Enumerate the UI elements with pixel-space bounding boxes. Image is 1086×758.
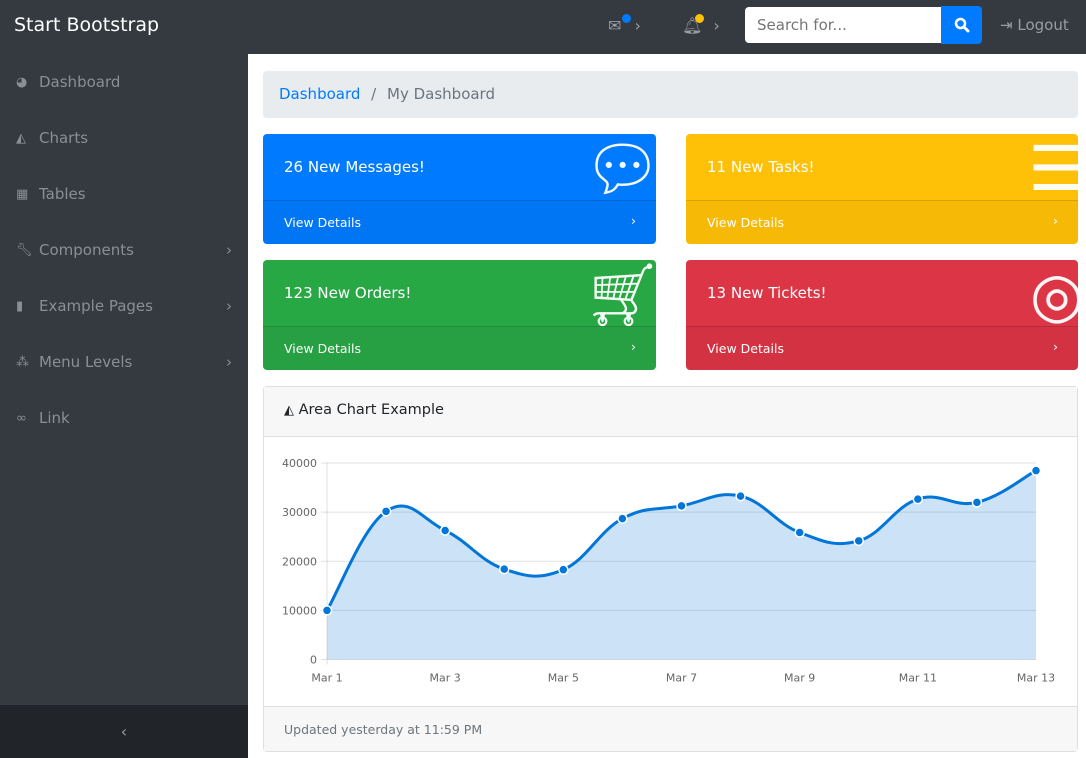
life-ring-icon: ◎ [1029, 260, 1078, 331]
y-tick-label: 30000 [282, 506, 317, 519]
sitemap-icon: ⁂ [16, 354, 29, 370]
chevron-right-icon: › [226, 353, 232, 371]
messages-badge [622, 14, 631, 23]
area-fill [327, 470, 1036, 660]
table-icon: ▦ [16, 186, 29, 202]
x-tick-label: Mar 13 [1017, 672, 1055, 685]
chevron-right-icon: › [226, 241, 232, 259]
sidebar: ◕ Dashboard ◭ Charts ▦ Tables 🔧︎ Components › ▮ Ex… [0, 54, 248, 758]
dashboard-icon: ◕ [16, 74, 28, 90]
data-point [499, 563, 510, 575]
area-chart: 0 10000 20000 30000 40000 Mar 1 Mar 3 Mar 5 Mar … [282, 457, 1055, 685]
search-icon [954, 17, 969, 33]
area-chart-icon: ◭ [284, 403, 294, 418]
comments-icon: 💬︎ [583, 134, 656, 205]
top-navbar: Start Bootstrap ✉ › 🔔︎ › ⇥ Logout [0, 0, 1086, 54]
area-chart-icon: ◭ [16, 130, 26, 146]
data-point [617, 513, 628, 524]
shopping-cart-icon: 🛒︎ [583, 260, 656, 331]
link-icon: ∞ [16, 410, 27, 426]
chevron-left-icon: ‹ [120, 722, 128, 741]
y-tick-label: 10000 [282, 604, 317, 617]
sidebar-item-components[interactable]: 🔧︎ Components › [0, 222, 248, 278]
data-point [321, 605, 333, 616]
data-point [794, 527, 805, 538]
data-point [1030, 465, 1042, 476]
comments-card: 💬︎ 26 New Messages! View Details › [263, 134, 656, 244]
file-icon: ▮ [16, 298, 24, 314]
alerts-badge [695, 14, 704, 23]
logout-link[interactable]: ⇥ Logout [1000, 16, 1069, 34]
search-button[interactable] [941, 6, 982, 44]
chart-card-header: ◭ Area Chart Example [264, 387, 1077, 437]
chevron-right-icon: › [634, 16, 641, 35]
y-tick-label: 0 [310, 654, 317, 667]
chevron-right-icon: › [1053, 213, 1058, 228]
chevron-right-icon: › [1053, 339, 1058, 354]
chevron-right-icon: › [226, 297, 232, 315]
list-card: ☰ 11 New Tasks! View Details › [686, 134, 1078, 244]
chevron-right-icon: › [713, 16, 720, 35]
breadcrumb: Dashboard / My Dashboard [263, 71, 1078, 118]
data-point [558, 564, 569, 575]
list-icon: ☰ [1028, 134, 1078, 205]
sidebar-toggle-button[interactable]: ‹ [0, 705, 248, 758]
breadcrumb-separator: / [371, 85, 377, 103]
life-ring-card: ◎ 13 New Tickets! View Details › [686, 260, 1078, 370]
data-point [853, 535, 864, 547]
x-tick-label: Mar 5 [548, 672, 579, 685]
data-point [439, 525, 451, 536]
y-tick-label: 40000 [282, 457, 317, 470]
sidebar-item-example-pages[interactable]: ▮ Example Pages › [0, 278, 248, 334]
view-details-link[interactable]: View Details › [263, 200, 656, 244]
sidebar-item-tables[interactable]: ▦ Tables [0, 166, 248, 222]
chevron-right-icon: › [631, 339, 636, 354]
wrench-icon: 🔧︎ [16, 242, 33, 258]
y-tick-label: 20000 [282, 555, 317, 568]
shopping-cart-card: 🛒︎ 123 New Orders! View Details › [263, 260, 656, 370]
data-point [912, 493, 924, 505]
area-chart-card: ◭ Area Chart Example 0 10000 20000 30000 400… [263, 386, 1078, 752]
x-tick-label: Mar 9 [784, 672, 815, 685]
breadcrumb-current: My Dashboard [387, 85, 495, 103]
view-details-link[interactable]: View Details › [263, 326, 656, 370]
x-tick-label: Mar 7 [666, 672, 697, 685]
x-tick-label: Mar 11 [899, 672, 937, 685]
sidebar-item-charts[interactable]: ◭ Charts [0, 110, 248, 166]
chevron-right-icon: › [631, 213, 636, 228]
search-input[interactable] [745, 7, 941, 43]
chart-card-footer: Updated yesterday at 11:59 PM [264, 706, 1077, 751]
breadcrumb-home-link[interactable]: Dashboard [279, 85, 360, 103]
x-tick-label: Mar 1 [311, 672, 342, 685]
sidebar-item-menu-levels[interactable]: ⁂ Menu Levels › [0, 334, 248, 390]
data-point [971, 497, 983, 508]
brand-logo[interactable]: Start Bootstrap [14, 14, 159, 36]
data-point [735, 490, 746, 502]
data-point [676, 500, 687, 512]
view-details-link[interactable]: View Details › [686, 326, 1078, 370]
x-tick-label: Mar 3 [430, 672, 461, 685]
sidebar-item-dashboard[interactable]: ◕ Dashboard [0, 54, 248, 110]
envelope-icon: ✉ [608, 16, 622, 35]
view-details-link[interactable]: View Details › [686, 200, 1078, 244]
data-point [380, 506, 392, 517]
sidebar-item-link[interactable]: ∞ Link [0, 390, 248, 446]
sign-out-icon: ⇥ [1000, 16, 1013, 34]
